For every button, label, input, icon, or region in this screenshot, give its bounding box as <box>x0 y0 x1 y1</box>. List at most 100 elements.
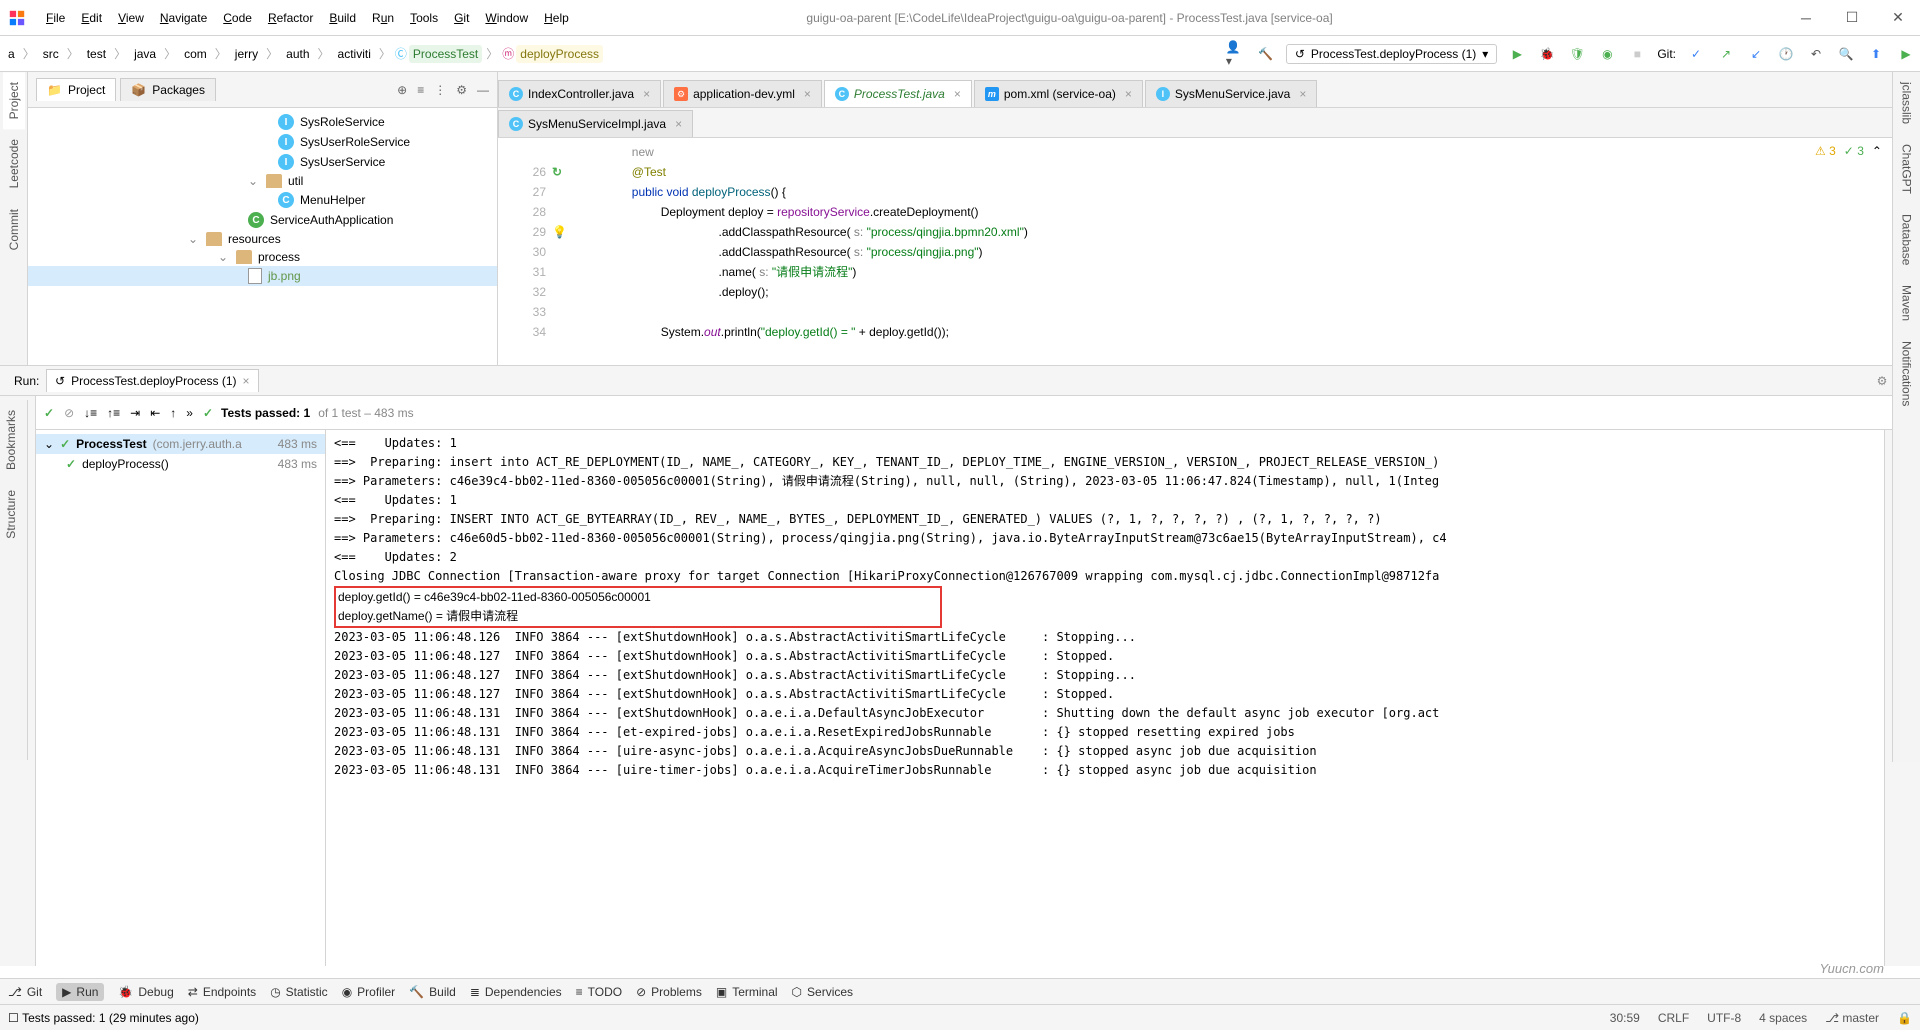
bottom-dependencies[interactable]: ≣ Dependencies <box>470 985 562 999</box>
crumb[interactable]: auth <box>282 45 313 63</box>
right-tab-jclasslib[interactable]: jclasslib <box>1896 72 1918 134</box>
settings-icon[interactable]: ⚙ <box>456 83 467 97</box>
close-icon[interactable]: × <box>243 374 250 388</box>
select-opened-file-icon[interactable]: ⊕ <box>397 83 407 97</box>
left-tab-project[interactable]: Project <box>3 72 25 129</box>
close-icon[interactable]: × <box>675 117 682 131</box>
menu-tools[interactable]: Tools <box>402 7 446 29</box>
bottom-terminal[interactable]: ▣ Terminal <box>716 985 778 999</box>
play-icon[interactable]: ▶ <box>1896 44 1916 64</box>
chevron-down-icon[interactable]: ⌄ <box>218 250 230 264</box>
git-pull-icon[interactable]: ↙ <box>1746 44 1766 64</box>
stop-icon[interactable]: ■ <box>1627 44 1647 64</box>
menu-help[interactable]: Help <box>536 7 577 29</box>
git-history-icon[interactable]: 🕐 <box>1776 44 1796 64</box>
git-revert-icon[interactable]: ↶ <box>1806 44 1826 64</box>
crumb[interactable]: java <box>130 45 160 63</box>
bottom-git[interactable]: ⎇ Git <box>8 985 42 999</box>
crumb-class[interactable]: ProcessTest <box>409 45 482 63</box>
run-tab[interactable]: ↺ ProcessTest.deployProcess (1) × <box>46 369 258 392</box>
crumb[interactable]: test <box>83 45 110 63</box>
bottom-endpoints[interactable]: ⇄ Endpoints <box>188 985 256 999</box>
debug-icon[interactable]: 🐞 <box>1537 44 1557 64</box>
export-icon[interactable]: » <box>186 406 193 420</box>
project-tab[interactable]: 📁 Project <box>36 78 116 101</box>
menu-code[interactable]: Code <box>215 7 260 29</box>
expand-icon[interactable]: ⇥ <box>130 406 140 420</box>
crumb[interactable]: a <box>4 45 19 63</box>
bottom-debug[interactable]: 🐞 Debug <box>118 985 173 999</box>
close-icon[interactable]: × <box>643 87 650 101</box>
run-settings-icon[interactable]: ⚙ <box>1877 374 1888 388</box>
encoding[interactable]: UTF-8 <box>1707 1011 1741 1025</box>
crumb[interactable]: jerry <box>231 45 262 63</box>
packages-tab[interactable]: 📦 Packages <box>120 78 216 101</box>
right-tab-database[interactable]: Database <box>1896 204 1918 275</box>
crumb[interactable]: src <box>39 45 63 63</box>
left-tab-bookmarks[interactable]: Bookmarks <box>0 400 22 480</box>
show-passed-icon[interactable]: ✓ <box>44 406 54 420</box>
profile-icon[interactable]: ◉ <box>1597 44 1617 64</box>
console-output[interactable]: <== Updates: 1 ==> Preparing: insert int… <box>326 430 1884 966</box>
editor-tab[interactable]: mpom.xml (service-oa)× <box>974 80 1143 107</box>
close-icon[interactable]: × <box>1299 87 1306 101</box>
run-config-selector[interactable]: ↺ ProcessTest.deployProcess (1) ▾ <box>1286 44 1498 64</box>
show-ignored-icon[interactable]: ⊘ <box>64 406 74 420</box>
right-tab-notifications[interactable]: Notifications <box>1896 331 1918 416</box>
lock-icon[interactable]: 🔒 <box>1897 1011 1912 1025</box>
coverage-icon[interactable]: 🛡 <box>1567 44 1587 64</box>
hide-icon[interactable]: — <box>477 83 489 97</box>
collapse-all-icon[interactable]: ⋮ <box>434 83 446 97</box>
right-tab-chatgpt[interactable]: ChatGPT <box>1896 134 1918 204</box>
bottom-todo[interactable]: ≡ TODO <box>576 985 622 999</box>
git-update-icon[interactable]: ✓ <box>1686 44 1706 64</box>
collapse-icon[interactable]: ⇤ <box>150 406 160 420</box>
up-icon[interactable]: ⌃ <box>1872 144 1882 158</box>
ok-badge[interactable]: ✓ 3 <box>1844 144 1864 158</box>
sort-icon[interactable]: ↓≡ <box>84 406 97 420</box>
editor-tab[interactable]: ISysMenuService.java× <box>1145 80 1317 107</box>
menu-git[interactable]: Git <box>446 7 477 29</box>
code-content[interactable]: new @Test public void deployProcess() { … <box>574 138 1920 365</box>
warning-badge[interactable]: ⚠ 3 <box>1815 144 1836 158</box>
git-branch[interactable]: ⎇ master <box>1825 1011 1879 1025</box>
editor-tab[interactable]: CSysMenuServiceImpl.java× <box>498 110 693 137</box>
minimize-button[interactable]: ─ <box>1792 4 1820 32</box>
sort-icon2[interactable]: ↑≡ <box>107 406 120 420</box>
menu-refactor[interactable]: Refactor <box>260 7 321 29</box>
editor-tab[interactable]: CIndexController.java× <box>498 80 661 107</box>
project-tree[interactable]: ISysRoleService ISysUserRoleService ISys… <box>28 108 497 365</box>
run-gutter[interactable]: ↻💡 <box>552 138 574 365</box>
prev-icon[interactable]: ↑ <box>170 406 176 420</box>
menu-edit[interactable]: Edit <box>73 7 110 29</box>
crumb[interactable]: activiti <box>334 45 375 63</box>
line-separator[interactable]: CRLF <box>1658 1011 1689 1025</box>
chevron-down-icon[interactable]: ⌄ <box>188 232 200 246</box>
crumb[interactable]: com <box>180 45 211 63</box>
chevron-down-icon[interactable]: ⌄ <box>248 174 260 188</box>
crumb-method[interactable]: deployProcess <box>516 45 603 63</box>
user-icon[interactable]: 👤▾ <box>1226 44 1246 64</box>
editor-tab-active[interactable]: CProcessTest.java× <box>824 80 972 108</box>
close-icon[interactable]: × <box>804 87 811 101</box>
bottom-services[interactable]: ⬡ Services <box>792 985 854 999</box>
menu-navigate[interactable]: Navigate <box>152 7 215 29</box>
left-tab-leetcode[interactable]: Leetcode <box>3 129 25 198</box>
bottom-build[interactable]: 🔨 Build <box>409 985 456 999</box>
menu-build[interactable]: Build <box>321 7 364 29</box>
hammer-icon[interactable]: 🔨 <box>1256 44 1276 64</box>
left-tab-commit[interactable]: Commit <box>3 199 25 260</box>
test-tree[interactable]: ⌄✓ProcessTest (com.jerry.auth.a483 ms ✓d… <box>36 430 326 966</box>
close-icon[interactable]: × <box>954 87 961 101</box>
expand-all-icon[interactable]: ≡ <box>417 83 424 97</box>
editor-tab[interactable]: ⚙application-dev.yml× <box>663 80 822 107</box>
right-tab-maven[interactable]: Maven <box>1896 275 1918 331</box>
menu-run[interactable]: Run <box>364 7 402 29</box>
bottom-statistic[interactable]: ◷ Statistic <box>270 985 328 999</box>
bottom-problems[interactable]: ⊘ Problems <box>636 985 702 999</box>
left-tab-structure[interactable]: Structure <box>0 480 22 549</box>
close-button[interactable]: ✕ <box>1884 4 1912 32</box>
indent[interactable]: 4 spaces <box>1759 1011 1807 1025</box>
cursor-position[interactable]: 30:59 <box>1610 1011 1640 1025</box>
menu-window[interactable]: Window <box>477 7 536 29</box>
